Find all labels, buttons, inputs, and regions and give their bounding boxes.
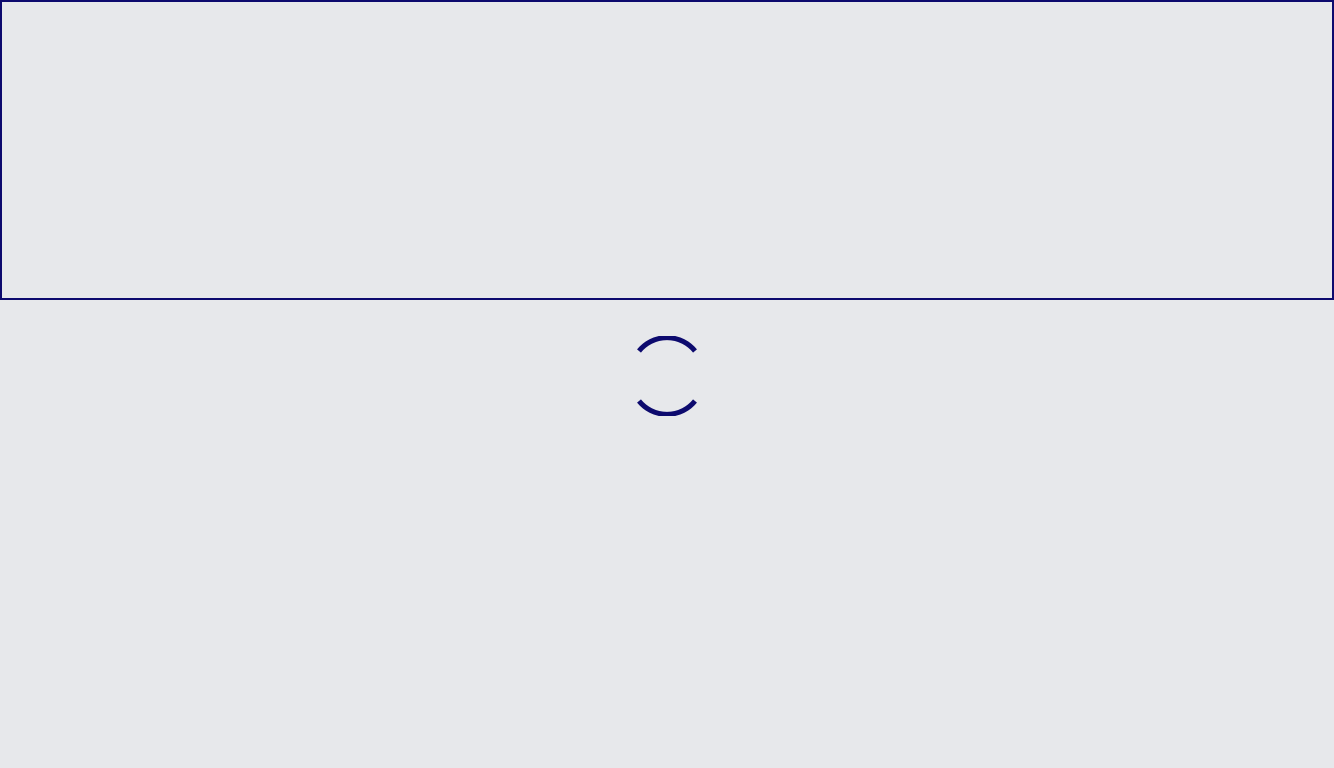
top-panel	[0, 0, 1334, 300]
loading-spinner-icon	[627, 336, 707, 416]
page	[0, 0, 1334, 768]
